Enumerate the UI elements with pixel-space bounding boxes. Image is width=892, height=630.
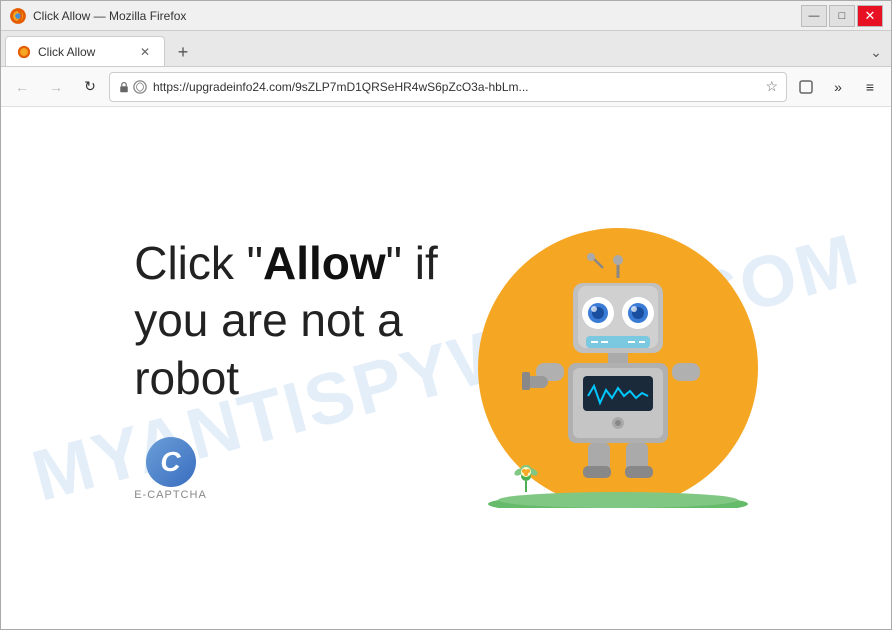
- page-content: MYANTISPYWARE.COM Click "Allow" if you a…: [1, 107, 891, 629]
- content-area: Click "Allow" if you are not a robot C E…: [1, 188, 891, 548]
- captcha-logo: C E-CAPTCHA: [134, 437, 207, 501]
- firefox-icon: [9, 7, 27, 25]
- tab-list-button[interactable]: ⌄: [865, 38, 887, 66]
- robot-bg-circle: [478, 228, 758, 508]
- title-bar: Click Allow — Mozilla Firefox — □ ✕: [1, 1, 891, 31]
- close-button[interactable]: ✕: [857, 5, 883, 27]
- menu-button[interactable]: ≡: [855, 72, 885, 102]
- heading-allow-bold: Allow: [263, 237, 386, 289]
- heading-line1: Click "Allow" if: [134, 235, 438, 293]
- new-tab-button[interactable]: +: [169, 38, 197, 66]
- active-tab[interactable]: Click Allow ✕: [5, 36, 165, 66]
- minimize-button[interactable]: —: [801, 5, 827, 27]
- captcha-label: E-CAPTCHA: [134, 489, 207, 501]
- grass-svg: [488, 486, 748, 508]
- text-section: Click "Allow" if you are not a robot C E…: [134, 235, 438, 502]
- container-icon[interactable]: [791, 72, 821, 102]
- robot-illustration: [478, 228, 758, 508]
- browser-window: Click Allow — Mozilla Firefox — □ ✕ Clic…: [0, 0, 892, 630]
- bookmark-star-icon[interactable]: ☆: [765, 78, 778, 95]
- nav-bar: ← → ↻ https://upgradeinfo24.com/9sZLP7mD…: [1, 67, 891, 107]
- extensions-button[interactable]: »: [823, 72, 853, 102]
- tab-close-button[interactable]: ✕: [136, 43, 154, 61]
- window-title: Click Allow — Mozilla Firefox: [33, 9, 186, 23]
- forward-button[interactable]: →: [41, 72, 71, 102]
- heading-pre-allow: Click ": [134, 237, 263, 289]
- url-text: https://upgradeinfo24.com/9sZLP7mD1QRSeH…: [153, 80, 759, 94]
- back-button[interactable]: ←: [7, 72, 37, 102]
- heading-line3: robot: [134, 350, 438, 408]
- main-heading: Click "Allow" if you are not a robot: [134, 235, 438, 408]
- robot-svg: [518, 248, 718, 488]
- heading-line2: you are not a: [134, 292, 438, 350]
- heading-post-allow: " if: [386, 237, 438, 289]
- tab-label: Click Allow: [38, 45, 130, 59]
- refresh-button[interactable]: ↻: [75, 72, 105, 102]
- address-bar[interactable]: https://upgradeinfo24.com/9sZLP7mD1QRSeH…: [109, 72, 787, 102]
- title-bar-controls: — □ ✕: [801, 5, 883, 27]
- lock-icon: [118, 80, 147, 94]
- tab-bar: Click Allow ✕ + ⌄: [1, 31, 891, 67]
- nav-actions: » ≡: [791, 72, 885, 102]
- tab-favicon: [16, 44, 32, 60]
- captcha-section: C E-CAPTCHA: [134, 437, 438, 501]
- title-bar-left: Click Allow — Mozilla Firefox: [9, 7, 186, 25]
- captcha-c-letter: C: [146, 437, 196, 487]
- maximize-button[interactable]: □: [829, 5, 855, 27]
